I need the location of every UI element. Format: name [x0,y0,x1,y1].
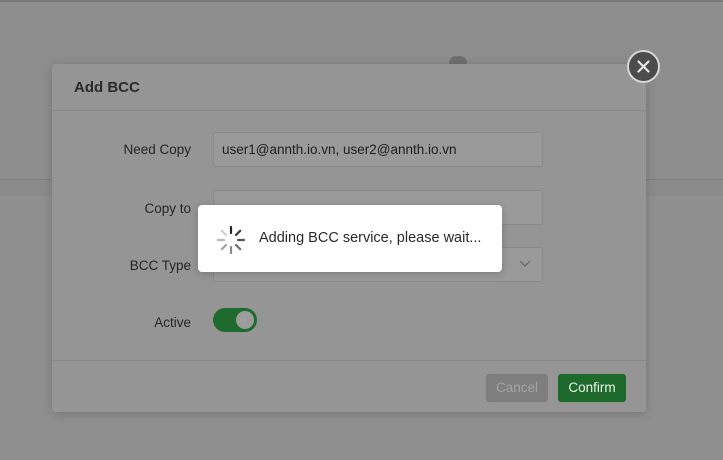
spinner-icon [216,225,246,255]
screen: Add BCC Need Copy user1@annth.io.vn, use… [0,0,723,460]
loading-message: Adding BCC service, please wait... [259,230,482,246]
confirm-button[interactable]: Confirm [558,374,626,402]
need-copy-input[interactable]: user1@annth.io.vn, user2@annth.io.vn [213,132,543,167]
close-button[interactable] [627,50,660,83]
active-toggle[interactable] [213,308,257,332]
modal-footer: Cancel Confirm [52,360,646,412]
loading-popup: Adding BCC service, please wait... [198,205,502,272]
chevron-down-icon [519,260,531,267]
active-label: Active [154,315,191,330]
modal-title: Add BCC [74,79,140,96]
copy-to-label: Copy to [144,201,191,216]
toggle-knob [236,311,254,329]
bcc-type-label: BCC Type [129,258,191,273]
cancel-button[interactable]: Cancel [486,374,548,402]
background-topbar [0,0,723,2]
need-copy-label: Need Copy [123,142,191,157]
modal-header: Add BCC [52,64,646,111]
close-icon [637,60,650,73]
